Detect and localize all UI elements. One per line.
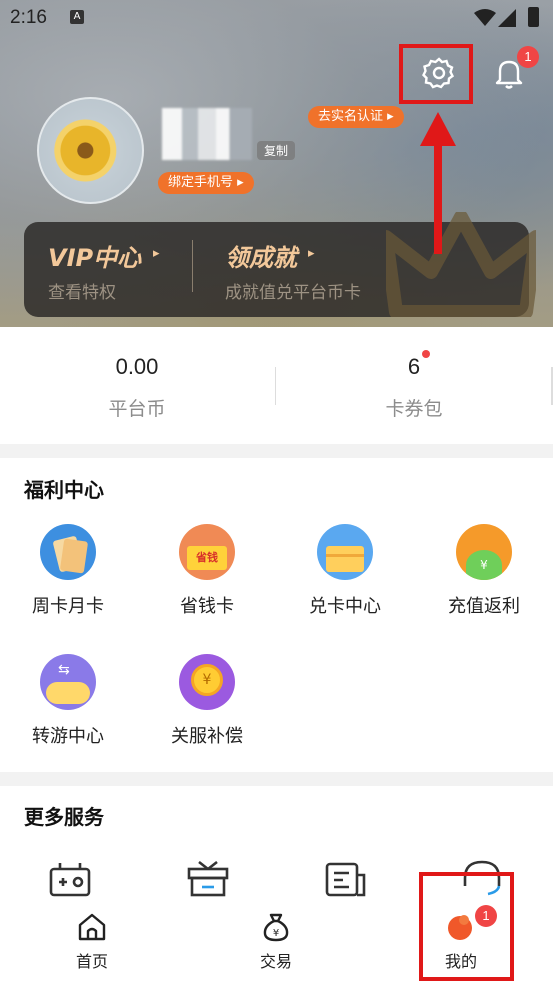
platform-coin-value[interactable]: 0.00 [57,354,217,380]
more-services-title: 更多服务 [24,805,104,829]
signal-icon [498,9,516,27]
welfare-label: 省钱卡 [180,596,234,617]
welfare-item-save-card[interactable]: 省钱 省钱卡 [147,524,267,618]
platform-coin-label[interactable]: 平台币 [57,394,217,421]
annotation-box-mine-tab [419,872,514,981]
coupon-count-value[interactable]: 6 [334,354,494,380]
battery-icon [528,7,539,27]
welfare-item-game-transfer[interactable]: ⇆ 转游中心 [8,654,128,748]
vip-center-link[interactable]: VIP中心 [48,238,141,273]
avatar[interactable] [37,97,144,204]
nav-home-label: 首页 [75,952,108,971]
achievement-link[interactable]: 领成就 [225,238,297,273]
coupon-red-dot [422,350,430,358]
wallet-stats [0,327,553,444]
stats-divider [275,367,276,405]
notification-badge: 1 [517,46,539,68]
copy-button[interactable]: 复制 [257,141,296,160]
welfare-label: 关服补偿 [171,726,243,747]
status-time: 2:16 [10,7,47,28]
annotation-arrow [420,112,456,254]
wifi-icon [474,9,496,26]
vip-chevron-icon: ▸ [153,246,160,261]
achievement-chevron-icon: ▸ [308,246,315,261]
welfare-label: 充值返利 [448,596,520,617]
news-service-icon[interactable] [325,861,367,897]
svg-text:¥: ¥ [273,928,279,939]
bind-phone-button[interactable]: 绑定手机号 ▸ [158,172,254,194]
game-transfer-icon: ⇆ [40,654,96,710]
server-close-compensation-icon: ¥ [179,654,235,710]
welfare-item-weekly-card[interactable]: 周卡月卡 [8,524,128,618]
radio-service-icon[interactable] [48,861,92,897]
annotation-box-settings [399,44,473,104]
card-exchange-icon [317,524,373,580]
crown-decoration-icon [386,212,536,317]
gift-service-icon[interactable] [187,861,229,897]
home-icon [78,913,106,941]
money-bag-icon: ¥ [263,913,289,942]
welfare-title: 福利中心 [24,478,104,502]
welfare-label: 周卡月卡 [32,596,104,617]
coupon-wallet-label[interactable]: 卡券包 [334,394,494,421]
recharge-rebate-icon: ¥ [456,524,512,580]
vip-sub-label: 查看特权 [48,283,116,303]
welfare-label: 转游中心 [32,726,104,747]
username-blurred [162,108,252,160]
vip-divider [192,240,193,292]
realname-auth-button[interactable]: 去实名认证 ▸ [308,106,404,128]
status-bar: 2:16 A [0,0,553,34]
welfare-item-card-exchange[interactable]: 兑卡中心 [285,524,405,618]
notification-letter-icon: A [70,10,84,24]
weekly-card-icon [40,524,96,580]
nav-trade[interactable]: ¥ 交易 [231,912,321,972]
nav-trade-label: 交易 [259,952,292,971]
welfare-item-recharge-rebate[interactable]: ¥ 充值返利 [424,524,544,618]
welfare-label: 兑卡中心 [309,596,381,617]
welfare-item-server-compensation[interactable]: ¥ 关服补偿 [147,654,267,748]
achievement-sub-label: 成就值兑平台币卡 [225,283,361,303]
nav-home[interactable]: 首页 [47,912,137,972]
save-money-card-icon: 省钱 [179,524,235,580]
